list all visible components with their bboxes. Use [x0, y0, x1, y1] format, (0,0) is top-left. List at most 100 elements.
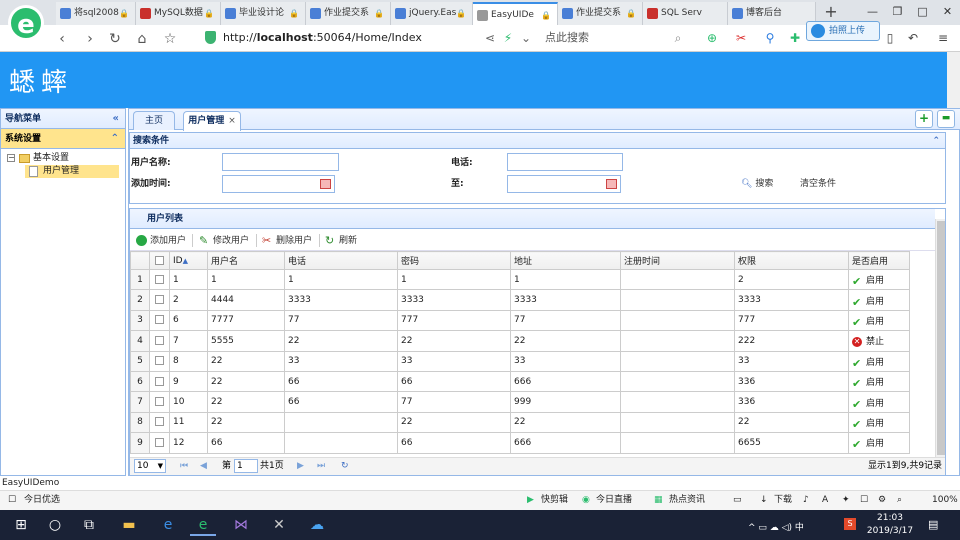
status-item-download[interactable]: 下载 — [774, 491, 792, 509]
column-header-password[interactable]: 密码 — [397, 251, 511, 270]
column-header-username[interactable]: 用户名 — [207, 251, 285, 270]
table-row[interactable]: 3 6 7777 77 777 77 777 ✔ 启用 — [130, 309, 910, 332]
row-checkbox[interactable] — [149, 330, 170, 352]
close-window-icon[interactable]: ✕ — [935, 0, 960, 25]
visual-studio-icon[interactable]: ⋈ — [228, 514, 254, 536]
forward-icon[interactable]: › — [80, 30, 100, 48]
screen-icon[interactable]: ▭ — [733, 491, 742, 509]
browser-tab[interactable]: 博客后台 — [728, 2, 816, 25]
select-all-checkbox[interactable] — [149, 251, 170, 270]
share-icon[interactable]: ⋖ — [482, 30, 498, 46]
reading-icon[interactable]: ☐ — [860, 491, 868, 509]
tools-app-icon[interactable]: ✕ — [266, 514, 292, 536]
refresh-button[interactable]: ↻ 刷新 — [325, 233, 357, 249]
start-date-input[interactable] — [222, 175, 335, 193]
back-icon[interactable]: ‹ — [52, 30, 72, 48]
menu-icon[interactable]: ≡ — [935, 30, 951, 46]
column-header-permission[interactable]: 权限 — [734, 251, 849, 270]
taskbar-clock[interactable]: 21:03 2019/3/17 — [865, 512, 915, 538]
add-tab-icon[interactable]: + — [915, 110, 933, 128]
game-icon[interactable]: ✚ — [787, 30, 803, 46]
news-icon[interactable]: ▦ — [654, 491, 663, 509]
edit-user-button[interactable]: ✎ 修改用户 — [199, 233, 249, 249]
browser-tab[interactable]: 毕业设计论 🔒 — [221, 2, 306, 25]
first-page-icon[interactable]: ⏮ — [180, 459, 188, 473]
notifications-icon[interactable]: ▤ — [928, 518, 938, 531]
add-user-button[interactable]: 添加用户 — [136, 233, 186, 249]
collapse-up-icon[interactable]: ⌃ — [111, 129, 119, 149]
scrollbar-thumb[interactable] — [937, 221, 945, 455]
delete-user-button[interactable]: ✂ 删除用户 — [262, 233, 312, 249]
magnifier-icon[interactable]: ⚲ — [762, 30, 778, 46]
zoom-icon[interactable]: ⌕ — [897, 491, 902, 509]
battery-icon[interactable]: ▬ — [937, 110, 955, 128]
cloud-app-icon[interactable]: ☁ — [304, 514, 330, 536]
tab-close-icon[interactable]: × — [228, 116, 236, 126]
scissors-icon[interactable]: ✂ — [733, 30, 749, 46]
lightning-icon[interactable]: ⚡ — [500, 30, 516, 46]
font-icon[interactable]: A — [822, 491, 828, 509]
cortana-icon[interactable]: ○ — [42, 514, 68, 536]
tab-user-management[interactable]: 用户管理 × — [183, 111, 241, 131]
restore-icon[interactable]: ❐ — [885, 0, 910, 25]
undo-icon[interactable]: ↶ — [905, 30, 921, 46]
column-header-phone[interactable]: 电话 — [284, 251, 398, 270]
collapse-left-icon[interactable]: « — [113, 109, 119, 129]
clip-icon[interactable]: ▶ — [527, 491, 534, 509]
file-explorer-icon[interactable]: ▬ — [116, 514, 142, 536]
photo-upload-popup[interactable]: 拍照上传 — [806, 21, 880, 41]
browser-tab[interactable]: 将sql2008 🔒 — [56, 2, 136, 25]
360-browser-icon[interactable]: e — [190, 514, 216, 536]
download-icon[interactable]: ↓ — [760, 491, 768, 509]
row-checkbox[interactable] — [149, 309, 170, 332]
clear-button[interactable]: 清空条件 — [800, 176, 836, 192]
table-row[interactable]: 1 1 1 1 1 1 2 ✔ 启用 — [130, 268, 910, 291]
home-icon[interactable]: ⌂ — [132, 30, 152, 48]
calendar-icon[interactable] — [320, 179, 331, 189]
row-checkbox[interactable] — [149, 370, 170, 393]
search-icon[interactable]: ⌕ — [670, 30, 686, 46]
page-size-select[interactable]: 10 ▼ — [134, 459, 166, 473]
status-item-live[interactable]: 今日直播 — [596, 491, 632, 509]
row-checkbox[interactable] — [149, 432, 170, 454]
reload-icon[interactable]: ↻ — [105, 30, 125, 48]
table-row[interactable]: 2 2 4444 3333 3333 3333 3333 ✔ 启用 — [130, 289, 910, 311]
windows-start-icon[interactable]: ⊞ — [8, 514, 34, 536]
tab-home[interactable]: 主页 — [133, 111, 175, 130]
next-page-icon[interactable]: ▶ — [297, 459, 304, 473]
row-checkbox[interactable] — [149, 289, 170, 311]
maximize-icon[interactable]: □ — [910, 0, 935, 25]
row-checkbox[interactable] — [149, 391, 170, 413]
status-item-clip[interactable]: 快剪辑 — [541, 491, 568, 509]
pager-refresh-icon[interactable]: ↻ — [341, 459, 349, 473]
search-button[interactable]: 🔍︎ 搜索 — [741, 176, 773, 192]
status-item-news[interactable]: 热点资讯 — [669, 491, 705, 509]
phone-icon[interactable]: ▯ — [882, 30, 898, 46]
tree-node-user-management[interactable]: 用户管理 — [25, 165, 119, 178]
task-view-icon[interactable]: ⧉ — [76, 514, 102, 536]
table-row[interactable]: 7 10 22 66 77 999 336 ✔ 启用 — [130, 391, 910, 413]
row-checkbox[interactable] — [149, 268, 170, 291]
tree-node-basic-settings[interactable]: − 基本设置 — [7, 152, 119, 165]
search-box[interactable]: 点此搜索 — [545, 29, 665, 47]
row-checkbox[interactable] — [149, 411, 170, 434]
browser-tab[interactable]: jQuery.Eas 🔒 — [391, 2, 473, 25]
column-header-enabled[interactable]: 是否启用 — [848, 251, 910, 270]
bookmark-star-icon[interactable]: ☆ — [160, 30, 180, 48]
page-number-input[interactable]: 1 — [234, 459, 258, 473]
browser-tab[interactable]: EasyUIDe 🔒 — [473, 2, 558, 25]
column-header-register-time[interactable]: 注册时间 — [620, 251, 735, 270]
row-checkbox[interactable] — [149, 350, 170, 372]
zoom-level[interactable]: 100% — [932, 491, 958, 509]
column-header-id[interactable]: ID▲ — [169, 251, 208, 270]
browser-logo-icon[interactable]: e — [8, 5, 44, 41]
phone-input[interactable] — [507, 153, 623, 171]
browser-tab[interactable]: SQL Serv — [643, 2, 728, 25]
speaker-icon[interactable]: ♪ — [803, 491, 809, 509]
url-field[interactable]: http://localhost:50064/Home/Index — [203, 29, 473, 47]
prev-page-icon[interactable]: ◀ — [200, 459, 207, 473]
browser-tab[interactable]: 作业提交系 🔒 — [558, 2, 643, 25]
sidebar-section[interactable]: 系统设置 ⌃ — [1, 129, 125, 149]
live-icon[interactable]: ◉ — [582, 491, 590, 509]
tools-icon[interactable]: ✦ — [842, 491, 850, 509]
